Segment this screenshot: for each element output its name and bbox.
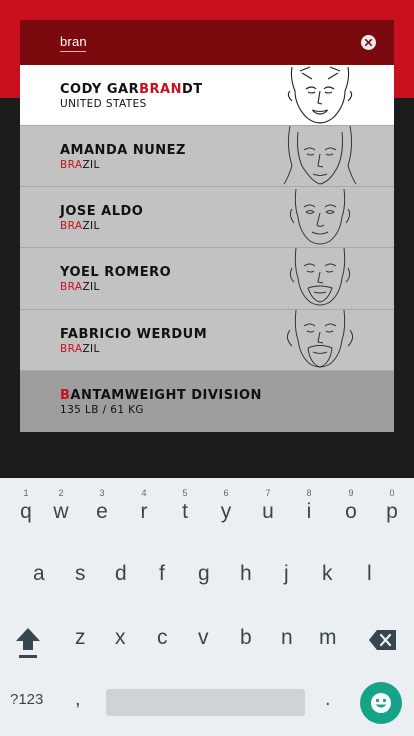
key-a[interactable]: a xyxy=(33,562,45,586)
fighter-country: UNITED STATES xyxy=(60,98,147,110)
key-g[interactable]: g xyxy=(198,562,210,586)
key-j[interactable]: j xyxy=(284,562,289,586)
clear-search-button[interactable] xyxy=(361,35,376,50)
division-weight: 135 LB / 61 KG xyxy=(60,403,144,416)
shift-arrow-icon[interactable] xyxy=(14,626,42,660)
key-r[interactable]: 4r xyxy=(125,478,163,528)
fighter-portrait-icon xyxy=(286,309,354,368)
search-cursor-underline xyxy=(60,51,86,52)
key-f[interactable]: f xyxy=(159,562,165,586)
key-p[interactable]: 0p xyxy=(373,478,411,528)
result-row-fabricio-werdum[interactable]: FABRICIO WERDUM BRAZIL xyxy=(20,309,394,371)
key-w[interactable]: 2w xyxy=(42,478,80,528)
period-key[interactable]: . xyxy=(325,688,331,711)
key-t[interactable]: 5t xyxy=(166,478,204,528)
key-y[interactable]: 6y xyxy=(207,478,245,528)
fighter-name: FABRICIO WERDUM xyxy=(60,326,208,342)
fighter-name: JOSE ALDO xyxy=(60,204,144,220)
key-n[interactable]: n xyxy=(281,626,293,650)
soft-keyboard: 1q 2w 3e 4r 5t 6y 7u 8i 9o 0p a s d f g … xyxy=(0,478,414,736)
emoji-key[interactable] xyxy=(360,682,402,724)
result-row-bantamweight-division[interactable]: BANTAMWEIGHT DIVISION 135 LB / 61 KG xyxy=(20,370,394,432)
key-s[interactable]: s xyxy=(75,562,86,586)
emoji-smiley-icon xyxy=(371,693,391,713)
key-z[interactable]: z xyxy=(75,626,86,650)
fighter-portrait-icon xyxy=(283,126,357,185)
fighter-country: BRAZIL xyxy=(60,342,100,355)
key-q[interactable]: 1q xyxy=(7,478,45,528)
key-e[interactable]: 3e xyxy=(83,478,121,528)
fighter-name: AMANDA NUNEZ xyxy=(60,143,186,158)
key-d[interactable]: d xyxy=(115,562,127,586)
key-v[interactable]: v xyxy=(198,626,209,650)
key-i[interactable]: 8i xyxy=(290,478,328,528)
key-h[interactable]: h xyxy=(240,562,252,586)
fighter-name: CODY GARBRANDT xyxy=(60,82,203,97)
comma-key[interactable]: , xyxy=(75,688,81,711)
key-x[interactable]: x xyxy=(115,626,126,650)
space-bar[interactable] xyxy=(106,689,305,716)
search-results-panel: bran CODY GARBRANDT UNITED STATES AMANDA… xyxy=(20,20,394,432)
result-row-cody-garbrandt[interactable]: CODY GARBRANDT UNITED STATES xyxy=(20,65,394,126)
result-row-jose-aldo[interactable]: JOSE ALDO BRAZIL xyxy=(20,187,394,249)
fighter-country: BRAZIL xyxy=(60,281,100,294)
key-k[interactable]: k xyxy=(322,562,333,586)
fighter-country: BRAZIL xyxy=(60,220,100,233)
division-name: BANTAMWEIGHT DIVISION xyxy=(60,387,262,403)
key-b[interactable]: b xyxy=(240,626,252,650)
key-c[interactable]: c xyxy=(157,626,168,650)
backspace-icon[interactable] xyxy=(368,629,398,651)
fighter-country: BRAZIL xyxy=(60,159,100,171)
key-u[interactable]: 7u xyxy=(249,478,287,528)
key-m[interactable]: m xyxy=(319,626,337,650)
fighter-portrait-icon xyxy=(289,248,351,306)
symbols-key[interactable]: ?123 xyxy=(10,691,43,708)
key-o[interactable]: 9o xyxy=(332,478,370,528)
key-l[interactable]: l xyxy=(367,562,372,586)
results-list: CODY GARBRANDT UNITED STATES AMANDA NUNE… xyxy=(20,65,394,432)
fighter-portrait-icon xyxy=(289,189,351,245)
search-bar[interactable]: bran xyxy=(20,20,394,65)
result-row-yoel-romero[interactable]: YOEL ROMERO BRAZIL xyxy=(20,248,394,310)
fighter-portrait-icon xyxy=(287,66,353,124)
result-row-amanda-nunez[interactable]: AMANDA NUNEZ BRAZIL xyxy=(20,126,394,188)
search-input[interactable]: bran xyxy=(60,34,87,49)
close-icon xyxy=(365,39,372,46)
fighter-name: YOEL ROMERO xyxy=(60,265,172,281)
